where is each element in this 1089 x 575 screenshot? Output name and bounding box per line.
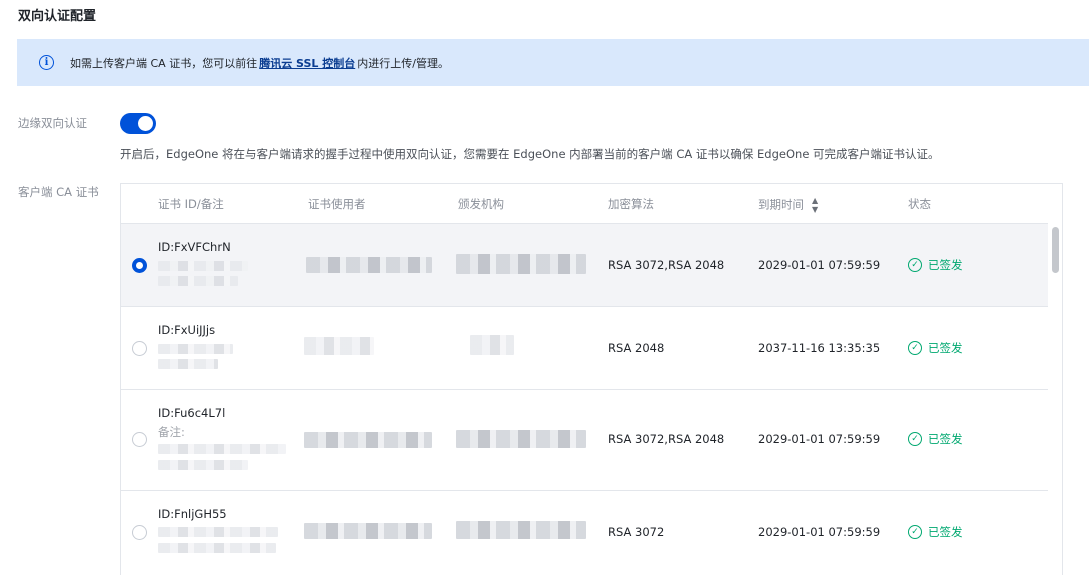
check-circle-icon: ✓ <box>908 341 922 355</box>
check-circle-icon: ✓ <box>908 258 922 272</box>
col-header-id: 证书 ID/备注 <box>158 197 224 211</box>
cert-note: 备注: <box>158 425 185 439</box>
col-header-subject: 证书使用者 <box>308 197 366 211</box>
col-header-issuer: 颁发机构 <box>458 197 504 211</box>
cert-algorithm: RSA 3072,RSA 2048 <box>608 432 725 446</box>
table-row[interactable]: ID:Fu6c4L7l 备注: RSA 3072,RSA 2048 2029-0… <box>121 390 1048 491</box>
redacted-subject <box>306 257 432 273</box>
cert-expires: 2029-01-01 07:59:59 <box>758 432 881 446</box>
redacted-note <box>158 359 218 369</box>
status-text: 已签发 <box>928 432 963 446</box>
row-radio[interactable] <box>132 341 147 356</box>
redacted-issuer <box>456 254 586 274</box>
redacted-issuer <box>470 335 514 355</box>
banner-text-before: 如需上传客户端 CA 证书，您可以前往 <box>70 56 258 70</box>
mtls-toggle[interactable] <box>120 113 156 134</box>
redacted-subject <box>304 432 432 448</box>
redacted-subject <box>304 337 374 355</box>
cert-algorithm: RSA 3072 <box>608 525 665 539</box>
table-row[interactable]: ID:FnljGH55 RSA 3072 2029-01-01 07:59:59… <box>121 491 1048 575</box>
row-radio[interactable] <box>132 258 147 273</box>
col-header-expires-label: 到期时间 <box>758 197 804 212</box>
col-header-status: 状态 <box>908 197 931 211</box>
cert-expires: 2037-11-16 13:35:35 <box>758 341 881 355</box>
redacted-note <box>158 444 286 454</box>
redacted-note <box>158 460 248 470</box>
redacted-note <box>158 276 238 286</box>
table-scrollbar[interactable] <box>1050 224 1060 575</box>
status-badge: ✓ 已签发 <box>908 257 963 273</box>
redacted-issuer <box>456 430 586 448</box>
info-icon: i <box>39 55 54 70</box>
cert-id: ID:FxVFChrN <box>158 240 231 254</box>
status-text: 已签发 <box>928 341 963 355</box>
ssl-console-link[interactable]: 腾讯云 SSL 控制台 <box>259 55 355 71</box>
col-header-algorithm: 加密算法 <box>608 197 654 211</box>
section-title: 双向认证配置 <box>18 9 97 24</box>
col-header-expires[interactable]: 到期时间 ▲ ▼ <box>758 196 818 214</box>
table-header: 证书 ID/备注 证书使用者 颁发机构 加密算法 到期时间 ▲ ▼ 状态 <box>121 184 1048 224</box>
scrollbar-thumb[interactable] <box>1052 227 1059 273</box>
banner-text-after: 内进行上传/管理。 <box>357 56 449 70</box>
cert-id: ID:FnljGH55 <box>158 507 227 521</box>
check-circle-icon: ✓ <box>908 432 922 446</box>
redacted-subject <box>304 523 432 539</box>
sort-icon[interactable]: ▲ ▼ <box>812 196 818 214</box>
cert-id: ID:Fu6c4L7l <box>158 406 226 420</box>
check-circle-icon: ✓ <box>908 525 922 539</box>
cert-expires: 2029-01-01 07:59:59 <box>758 258 881 272</box>
mtls-description: 开启后，EdgeOne 将在与客户端请求的握手过程中使用双向认证，您需要在 Ed… <box>120 147 940 161</box>
cert-algorithm: RSA 2048 <box>608 341 665 355</box>
certs-label: 客户端 CA 证书 <box>18 185 99 199</box>
cert-id: ID:FxUiJJjs <box>158 323 216 337</box>
redacted-note <box>158 527 278 537</box>
row-radio[interactable] <box>132 525 147 540</box>
status-badge: ✓ 已签发 <box>908 431 963 447</box>
redacted-note <box>158 261 248 271</box>
toggle-knob <box>138 116 153 131</box>
cert-expires: 2029-01-01 07:59:59 <box>758 525 881 539</box>
cert-table: 证书 ID/备注 证书使用者 颁发机构 加密算法 到期时间 ▲ ▼ 状态 ID:Fx… <box>120 183 1063 575</box>
redacted-note <box>158 543 276 553</box>
redacted-note <box>158 344 233 354</box>
table-row[interactable]: ID:FxVFChrN RSA 3072,RSA 2048 2029-01-01… <box>121 224 1048 307</box>
row-radio[interactable] <box>132 432 147 447</box>
table-row[interactable]: ID:FxUiJJjs RSA 2048 2037-11-16 13:35:35… <box>121 307 1048 390</box>
status-text: 已签发 <box>928 525 963 539</box>
status-badge: ✓ 已签发 <box>908 524 963 540</box>
status-badge: ✓ 已签发 <box>908 340 963 356</box>
redacted-issuer <box>456 521 586 539</box>
cert-algorithm: RSA 3072,RSA 2048 <box>608 258 725 272</box>
status-text: 已签发 <box>928 258 963 272</box>
mtls-label: 边缘双向认证 <box>18 116 87 130</box>
info-banner: i 如需上传客户端 CA 证书，您可以前往 腾讯云 SSL 控制台 内进行上传/… <box>17 39 1089 86</box>
